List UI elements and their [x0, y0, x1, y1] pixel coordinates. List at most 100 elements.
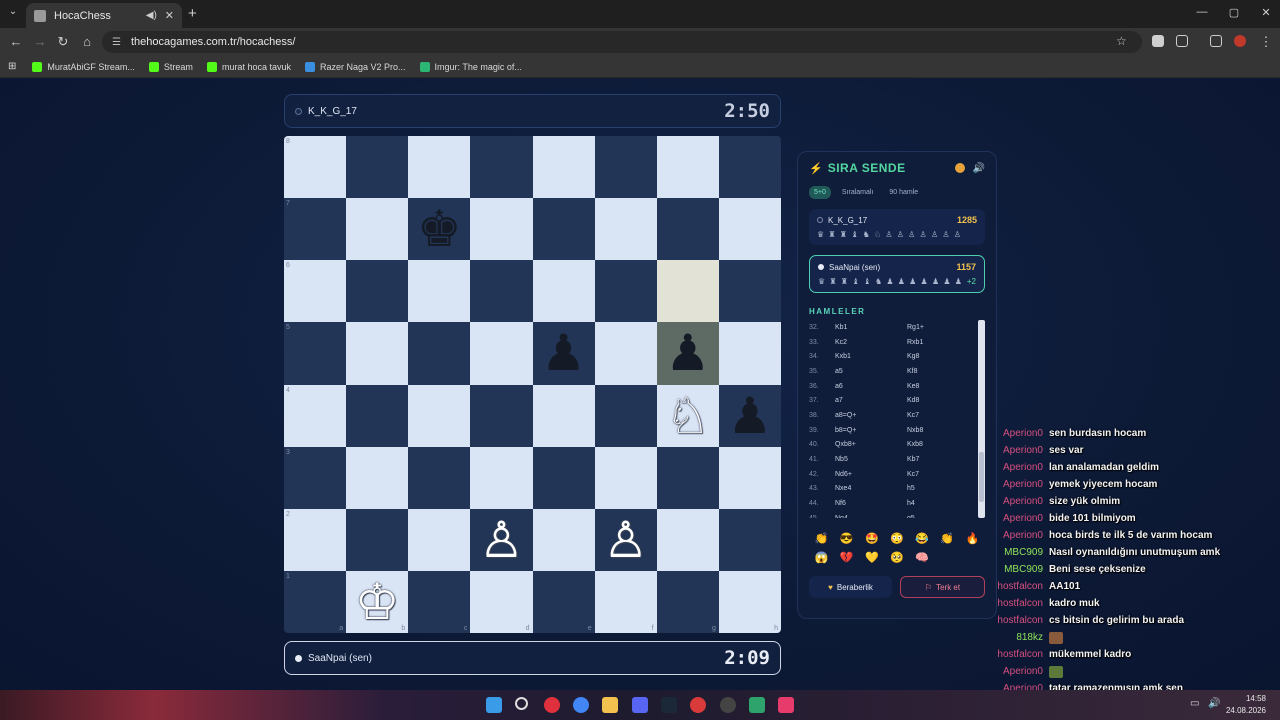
move-row[interactable]: 41. Nb5 Kb7 [809, 452, 985, 467]
white-knight[interactable]: ♘ [665, 391, 710, 441]
emoji-reaction-button[interactable]: 😎 [834, 532, 859, 545]
square-g6[interactable] [656, 260, 719, 323]
square-g5[interactable]: ♟ [656, 322, 719, 385]
move-row[interactable]: 39. b8=Q+ Nxb8 [809, 423, 985, 438]
square-c6[interactable] [408, 260, 471, 323]
square-h1[interactable]: h [718, 570, 781, 633]
reading-list-icon[interactable] [1210, 35, 1222, 47]
black-pawn[interactable]: ♟ [665, 328, 710, 378]
bookmark-star-icon[interactable]: ☆ [1116, 34, 1127, 48]
square-a1[interactable]: 1a [284, 570, 347, 633]
emoji-reaction-button[interactable]: 🧠 [910, 551, 935, 564]
bookmark-item[interactable]: Imgur: The magic of... [419, 61, 522, 72]
offer-draw-button[interactable]: ♥ Beraberlik [809, 576, 892, 598]
emoji-reaction-button[interactable]: 🥺 [884, 551, 909, 564]
square-d6[interactable] [470, 260, 533, 323]
volume-icon[interactable]: 🔊 [1208, 698, 1220, 709]
square-g7[interactable] [656, 198, 719, 261]
move-row[interactable]: 34. Kxb1 Kg8 [809, 349, 985, 364]
move-row[interactable]: 40. Qxb8+ Kxb8 [809, 438, 985, 453]
address-bar[interactable]: ☰ thehocagames.com.tr/hocachess/ [102, 31, 1142, 53]
move-row[interactable]: 37. a7 Kd8 [809, 393, 985, 408]
white-pawn[interactable]: ♙ [479, 515, 524, 565]
back-icon[interactable]: ← [8, 34, 24, 49]
move-row[interactable]: 45.Ng4g5 [809, 511, 985, 518]
move-row[interactable]: 44. Nf6 h4 [809, 496, 985, 511]
media-app-icon[interactable] [544, 697, 560, 713]
square-b2[interactable] [346, 508, 409, 571]
square-a5[interactable]: 5 [284, 322, 347, 385]
square-b8[interactable] [346, 136, 409, 199]
square-h4[interactable]: ♟ [718, 384, 781, 447]
square-f1[interactable]: f [594, 570, 657, 633]
move-row[interactable]: 43. Nxe4 h5 [809, 482, 985, 497]
start-icon[interactable] [486, 697, 502, 713]
black-king[interactable]: ♚ [417, 204, 462, 254]
square-d7[interactable] [470, 198, 533, 261]
emoji-reaction-button[interactable]: 🤩 [859, 532, 884, 545]
square-a2[interactable]: 2 [284, 508, 347, 571]
move-row[interactable]: 35. a5 Kf8 [809, 364, 985, 379]
square-f4[interactable] [594, 384, 657, 447]
square-d1[interactable]: d [470, 570, 533, 633]
square-d2[interactable]: ♙ [470, 508, 533, 571]
square-b5[interactable] [346, 322, 409, 385]
extensions-puzzle-icon[interactable] [1176, 35, 1188, 47]
emoji-reaction-button[interactable]: 😱 [809, 551, 834, 564]
white-king[interactable]: ♔ [355, 577, 400, 627]
settings-icon[interactable] [720, 697, 736, 713]
pinned-app-icon[interactable] [778, 697, 794, 713]
square-d4[interactable] [470, 384, 533, 447]
sound-icon[interactable]: 🔊 [973, 163, 985, 174]
square-h3[interactable] [718, 446, 781, 509]
move-row[interactable]: 33. Kc2 Rxb1 [809, 335, 985, 350]
square-e6[interactable] [532, 260, 595, 323]
window-close-icon[interactable]: ✕ [1256, 6, 1276, 19]
square-a4[interactable]: 4 [284, 384, 347, 447]
square-a7[interactable]: 7 [284, 198, 347, 261]
bookmark-item[interactable]: murat hoca tavuk [206, 61, 291, 72]
square-f6[interactable] [594, 260, 657, 323]
tab-audio-icon[interactable]: ◀) [146, 10, 157, 21]
square-g2[interactable] [656, 508, 719, 571]
square-c1[interactable]: c [408, 570, 471, 633]
square-e5[interactable]: ♟ [532, 322, 595, 385]
emoji-reaction-button[interactable]: 👏 [809, 532, 834, 545]
square-d5[interactable] [470, 322, 533, 385]
network-icon[interactable]: ▭ [1190, 698, 1199, 709]
square-b4[interactable] [346, 384, 409, 447]
chess-board[interactable]: 8 7 ♚ 6 5 ♟ ♟ 4 ♘ ♟ 3 2 ♙ ♙ 1 a b ♔ c d e f g h [284, 136, 781, 633]
emoji-reaction-button[interactable]: 🔥 [960, 532, 985, 545]
square-c3[interactable] [408, 446, 471, 509]
resign-button[interactable]: ⚐ Terk et [900, 576, 985, 598]
discord-icon[interactable] [632, 697, 648, 713]
square-h7[interactable] [718, 198, 781, 261]
black-pawn[interactable]: ♟ [728, 391, 773, 441]
tab-close-icon[interactable]: ✕ [165, 9, 174, 22]
bookmark-item[interactable]: Stream [148, 61, 193, 72]
square-e3[interactable] [532, 446, 595, 509]
maximize-icon[interactable]: ▢ [1224, 6, 1244, 19]
square-e1[interactable]: e [532, 570, 595, 633]
square-h6[interactable] [718, 260, 781, 323]
square-b7[interactable] [346, 198, 409, 261]
site-info-icon[interactable]: ☰ [112, 37, 121, 48]
emoji-reaction-button[interactable]: 😳 [884, 532, 909, 545]
square-f8[interactable] [594, 136, 657, 199]
black-pawn[interactable]: ♟ [541, 328, 586, 378]
steam-icon[interactable] [661, 697, 677, 713]
square-e4[interactable] [532, 384, 595, 447]
bookmark-item[interactable]: Razer Naga V2 Pro... [304, 61, 406, 72]
home-icon[interactable]: ⌂ [79, 34, 95, 49]
square-a6[interactable]: 6 [284, 260, 347, 323]
move-list[interactable]: 32. Kb1 Rg1+ 33. Kc2 Rxb1 34. Kxb1 Kg8 35. a5 Kf8 36… [809, 320, 985, 518]
square-h2[interactable] [718, 508, 781, 571]
emoji-reaction-button[interactable]: 😂 [910, 532, 935, 545]
square-g3[interactable] [656, 446, 719, 509]
square-g1[interactable]: g [656, 570, 719, 633]
square-c7[interactable]: ♚ [408, 198, 471, 261]
square-c2[interactable] [408, 508, 471, 571]
square-c5[interactable] [408, 322, 471, 385]
move-list-scrollbar[interactable] [978, 320, 985, 518]
clock[interactable]: 14:58 24.08.2026 [1226, 693, 1266, 717]
